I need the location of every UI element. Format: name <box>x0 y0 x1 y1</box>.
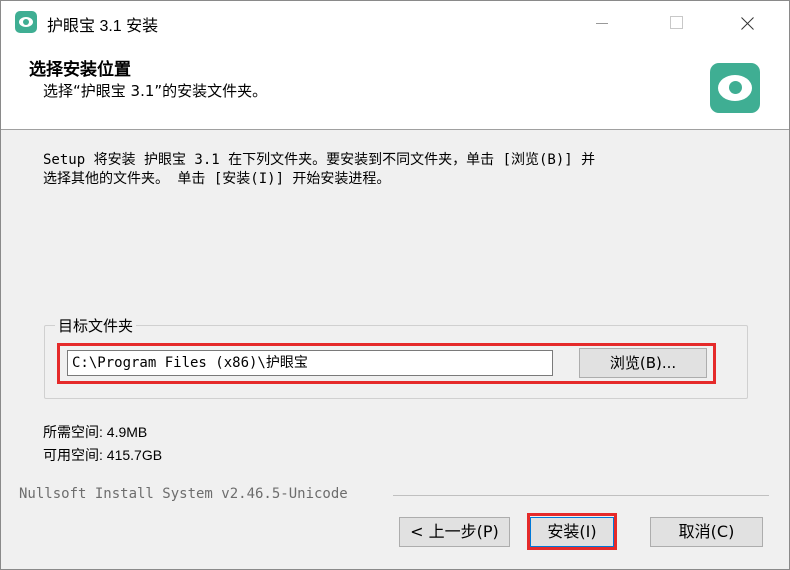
title-bar[interactable]: 护眼宝 3.1 安装 <box>1 1 789 45</box>
back-button[interactable]: < 上一步(P) <box>399 517 510 547</box>
description-line-1: Setup 将安装 护眼宝 3.1 在下列文件夹。要安装到不同文件夹，单击 [浏… <box>43 152 596 168</box>
page-subtitle: 选择“护眼宝 3.1”的安装文件夹。 <box>43 82 268 100</box>
installer-window: 护眼宝 3.1 安装 选择安装位置 选择“护眼宝 3.1”的安装文件夹。 Set… <box>0 0 790 570</box>
window-title: 护眼宝 3.1 安装 <box>47 18 159 35</box>
space-required: 所需空间: 4.9MB <box>43 424 148 440</box>
minimize-icon[interactable] <box>579 1 625 45</box>
browse-button[interactable]: 浏览(B)... <box>579 348 707 378</box>
destination-folder-label: 目标文件夹 <box>55 315 137 336</box>
destination-path-input[interactable] <box>67 350 553 376</box>
maximize-icon <box>653 1 699 45</box>
footer-divider <box>393 495 769 496</box>
close-icon[interactable] <box>725 1 771 45</box>
space-available: 可用空间: 415.7GB <box>43 447 163 463</box>
page-title: 选择安装位置 <box>29 60 131 80</box>
description-line-2: 选择其他的文件夹。 单击 [安装(I)] 开始安装进程。 <box>43 171 391 187</box>
eye-logo-icon <box>710 63 760 113</box>
install-description: Setup 将安装 护眼宝 3.1 在下列文件夹。要安装到不同文件夹，单击 [浏… <box>43 151 763 189</box>
cancel-button[interactable]: 取消(C) <box>650 517 763 547</box>
nsis-branding: Nullsoft Install System v2.46.5-Unicode <box>19 486 354 502</box>
app-eye-icon <box>15 11 37 33</box>
install-button[interactable]: 安装(I) <box>530 517 614 547</box>
page-header: 选择安装位置 选择“护眼宝 3.1”的安装文件夹。 <box>1 45 789 130</box>
